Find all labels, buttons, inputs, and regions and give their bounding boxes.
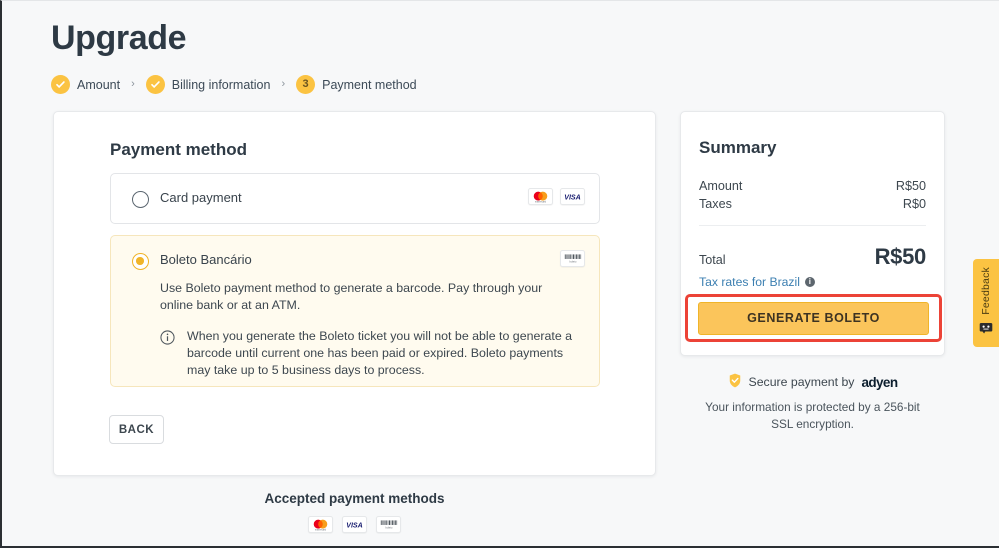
tax-rates-link-label: Tax rates for Brazil: [699, 275, 800, 289]
boleto-barcode-logo: boleto: [376, 516, 401, 533]
boleto-info-note: When you generate the Boleto ticket you …: [160, 328, 579, 379]
svg-text:VISA: VISA: [346, 522, 362, 529]
step-complete-check-icon: [51, 75, 70, 94]
summary-rows: Amount R$50 Taxes R$0: [699, 177, 926, 213]
total-label: Total: [699, 253, 726, 267]
svg-text:VISA: VISA: [564, 194, 580, 201]
ssl-disclaimer: Your information is protected by a 256-b…: [680, 399, 945, 433]
payment-option-label: Card payment: [160, 190, 242, 205]
step-amount[interactable]: Amount: [51, 75, 120, 94]
card-brand-logos: mastercard VISA: [528, 188, 585, 205]
summary-row-value: R$0: [903, 197, 926, 211]
payment-method-heading: Payment method: [110, 140, 247, 160]
payment-option-boleto[interactable]: Boleto Bancário boleto: [110, 235, 600, 387]
info-icon: [160, 330, 175, 345]
adyen-logo: adyen: [861, 375, 897, 390]
boleto-barcode-logo: boleto: [560, 250, 585, 267]
summary-row-amount: Amount R$50: [699, 177, 926, 195]
boleto-note-text: When you generate the Boleto ticket you …: [187, 328, 579, 379]
payment-method-card: Payment method Card payment mastercard V…: [53, 111, 656, 476]
generate-boleto-button[interactable]: GENERATE BOLETO: [698, 302, 929, 335]
svg-text:mastercard: mastercard: [315, 528, 327, 530]
accepted-payment-methods: Accepted payment methods mastercard VISA: [53, 491, 656, 533]
step-label: Billing information: [172, 78, 271, 92]
secure-payment-line: Secure payment by adyen: [680, 373, 945, 391]
radio-boleto[interactable]: [132, 253, 149, 270]
visa-logo: VISA: [342, 516, 367, 533]
info-icon[interactable]: i: [805, 277, 815, 287]
step-label: Amount: [77, 78, 120, 92]
feedback-tab[interactable]: Feedback: [973, 259, 999, 347]
step-payment-method[interactable]: 3 Payment method: [296, 75, 417, 94]
svg-text:boleto: boleto: [385, 527, 392, 530]
summary-divider: [699, 225, 926, 226]
feedback-tab-label: Feedback: [980, 267, 992, 315]
visa-logo: VISA: [560, 188, 585, 205]
tax-rates-link[interactable]: Tax rates for Brazil i: [699, 275, 815, 289]
checkout-stepper: Amount › Billing information › 3 Payment…: [51, 75, 417, 94]
summary-heading: Summary: [699, 138, 776, 158]
secure-payment-text: Secure payment by: [749, 375, 855, 389]
secure-payment-block: Secure payment by adyen Your information…: [680, 373, 945, 433]
svg-text:boleto: boleto: [569, 261, 576, 264]
accepted-brand-logos: mastercard VISA: [53, 516, 656, 533]
upgrade-checkout-screen: Upgrade Amount › Billing information › 3…: [0, 0, 999, 548]
page-title: Upgrade: [51, 19, 186, 58]
summary-card: Summary Amount R$50 Taxes R$0 Total R$50…: [680, 111, 945, 356]
step-label: Payment method: [322, 78, 417, 92]
svg-text:mastercard: mastercard: [535, 200, 547, 202]
back-button[interactable]: BACK: [109, 415, 164, 444]
summary-total-row: Total R$50: [699, 244, 926, 270]
summary-row-value: R$50: [896, 179, 926, 193]
step-separator-1: ›: [120, 79, 146, 90]
step-billing-information[interactable]: Billing information: [146, 75, 271, 94]
step-separator-2: ›: [270, 79, 296, 90]
payment-option-card-payment[interactable]: Card payment mastercard VISA: [110, 173, 600, 224]
mastercard-logo: mastercard: [528, 188, 553, 205]
summary-row-taxes: Taxes R$0: [699, 195, 926, 213]
step-number-badge: 3: [296, 75, 315, 94]
payment-option-label: Boleto Bancário: [160, 252, 252, 267]
chat-icon: [979, 321, 993, 333]
summary-row-label: Taxes: [699, 197, 732, 211]
radio-card-payment[interactable]: [132, 191, 149, 208]
shield-check-icon: [728, 373, 742, 391]
summary-row-label: Amount: [699, 179, 742, 193]
boleto-brand-logo: boleto: [560, 250, 585, 267]
step-complete-check-icon: [146, 75, 165, 94]
accepted-payment-methods-title: Accepted payment methods: [53, 491, 656, 506]
generate-boleto-highlight: GENERATE BOLETO: [685, 294, 942, 342]
total-value: R$50: [875, 244, 926, 270]
mastercard-logo: mastercard: [308, 516, 333, 533]
boleto-description: Use Boleto payment method to generate a …: [160, 280, 573, 314]
